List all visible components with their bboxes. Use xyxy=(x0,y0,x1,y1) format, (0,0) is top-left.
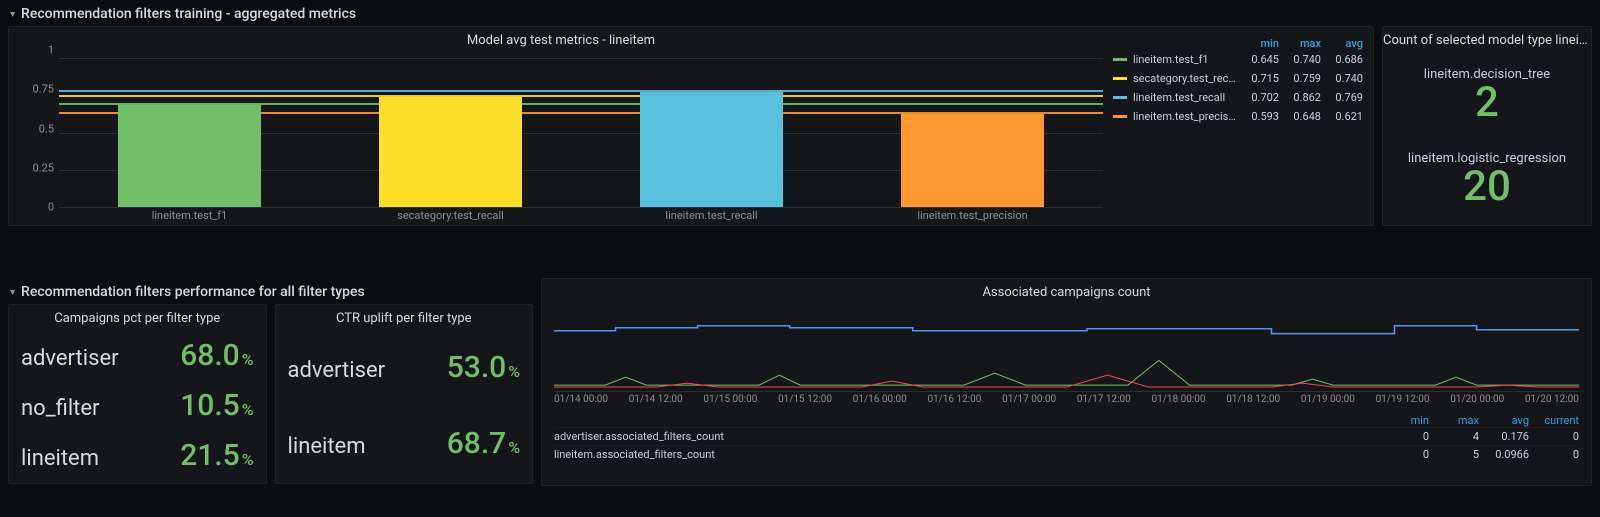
bar-lineitem.test_recall xyxy=(640,92,784,207)
x-label: lineitem.test_recall xyxy=(581,209,842,225)
timeseries-plot xyxy=(554,306,1579,392)
ts-legend-row[interactable]: advertiser.associated_filters_count040.1… xyxy=(554,427,1579,445)
row-title: Recommendation filters performance for a… xyxy=(21,284,365,300)
x-tick: 01/19 12:00 xyxy=(1376,394,1430,408)
row-header-training[interactable]: ▸ Recommendation filters training - aggr… xyxy=(0,0,1600,26)
panel-bar-metrics[interactable]: Model avg test metrics - lineitem 00.250… xyxy=(8,26,1374,226)
stat-row: advertiser53.0% xyxy=(288,350,521,385)
x-tick: 01/16 12:00 xyxy=(927,394,981,408)
x-tick: 01/20 00:00 xyxy=(1450,394,1504,408)
chevron-down-icon: ▸ xyxy=(7,11,18,16)
bar-lineitem.test_f1 xyxy=(118,105,262,207)
panel-associated-campaigns[interactable]: Associated campaigns count 01/14 00:00 01… xyxy=(541,278,1592,486)
chevron-down-icon: ▸ xyxy=(7,289,18,294)
x-tick: 01/17 12:00 xyxy=(1077,394,1131,408)
x-label: lineitem.test_precision xyxy=(842,209,1103,225)
bar-plot: 00.250.50.751 lineitem.test_f1secategory… xyxy=(59,50,1103,225)
x-tick: 01/19 00:00 xyxy=(1301,394,1355,408)
stat-row: advertiser68.0% xyxy=(21,338,254,373)
legend-row[interactable]: lineitem.test_precision0.5930.6480.621 xyxy=(1113,107,1363,126)
x-label: secategory.test_recall xyxy=(320,209,581,225)
x-tick: 01/18 12:00 xyxy=(1226,394,1280,408)
panel-campaigns-pct[interactable]: Campaigns pct per filter type advertiser… xyxy=(8,304,267,484)
x-tick: 01/15 12:00 xyxy=(778,394,832,408)
x-tick: 01/15 00:00 xyxy=(703,394,757,408)
x-tick: 01/18 00:00 xyxy=(1152,394,1206,408)
stat-row: lineitem21.5% xyxy=(21,438,254,473)
x-tick: 01/14 00:00 xyxy=(554,394,608,408)
panel-title: Count of selected model type lineit… xyxy=(1383,27,1591,50)
x-tick: 01/14 12:00 xyxy=(629,394,683,408)
panel-title: CTR uplift per filter type xyxy=(276,305,533,328)
count-item: lineitem.decision_tree2 xyxy=(1424,67,1550,124)
ts-legend-row[interactable]: lineitem.associated_filters_count050.096… xyxy=(554,445,1579,463)
x-tick: 01/20 12:00 xyxy=(1525,394,1579,408)
count-item: lineitem.logistic_regression20 xyxy=(1408,151,1566,208)
legend-row[interactable]: lineitem.test_recall0.7020.8620.769 xyxy=(1113,88,1363,107)
stat-row: no_filter10.5% xyxy=(21,388,254,423)
panel-title: Campaigns pct per filter type xyxy=(9,305,266,328)
legend-row[interactable]: lineitem.test_f10.6450.7400.686 xyxy=(1113,50,1363,69)
stat-row: lineitem68.7% xyxy=(288,426,521,461)
panel-title: Model avg test metrics - lineitem xyxy=(9,27,1113,50)
bar-lineitem.test_precision xyxy=(901,114,1045,207)
bar-legend: min max avg lineitem.test_f10.6450.7400.… xyxy=(1113,27,1373,225)
panel-model-count[interactable]: Count of selected model type lineit… lin… xyxy=(1382,26,1592,226)
x-label: lineitem.test_f1 xyxy=(59,209,320,225)
panel-title: Associated campaigns count xyxy=(542,279,1591,302)
row-title: Recommendation filters training - aggreg… xyxy=(21,6,356,22)
legend-row[interactable]: secategory.test_recall0.7150.7590.740 xyxy=(1113,69,1363,88)
panel-ctr-uplift[interactable]: CTR uplift per filter type advertiser53.… xyxy=(275,304,534,484)
x-tick: 01/16 00:00 xyxy=(853,394,907,408)
x-tick: 01/17 00:00 xyxy=(1002,394,1056,408)
bar-secategory.test_recall xyxy=(379,97,523,207)
row-header-performance[interactable]: ▸ Recommendation filters performance for… xyxy=(8,278,533,304)
